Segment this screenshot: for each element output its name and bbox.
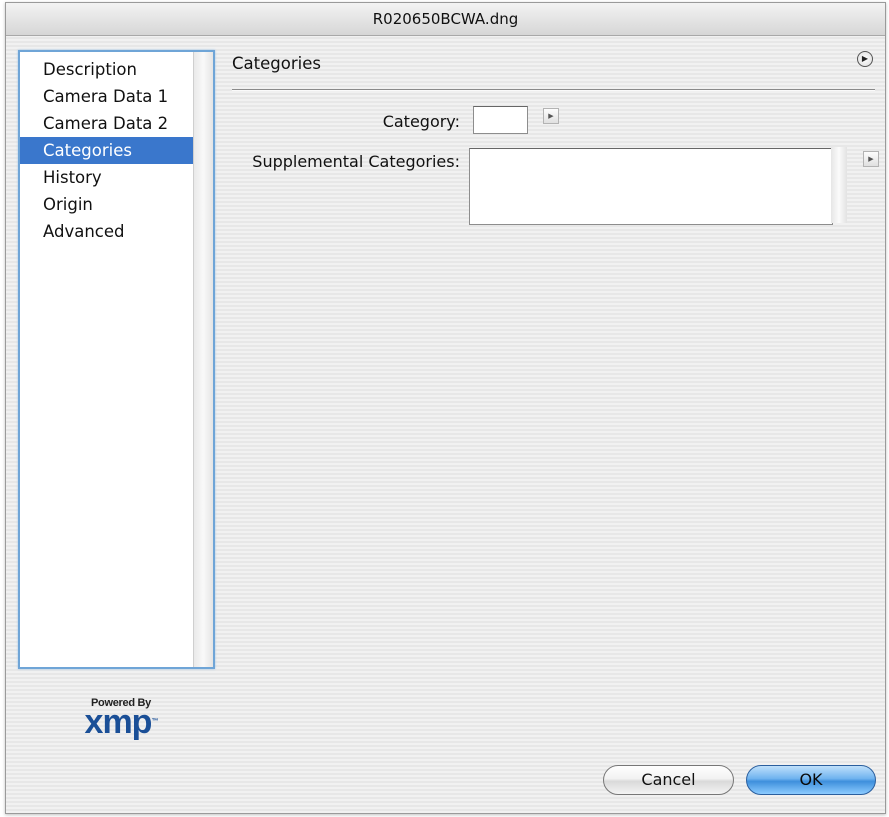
sidebar-item-camera-data-1[interactable]: Camera Data 1: [20, 83, 195, 110]
xmp-wordmark: xmp™: [66, 705, 176, 739]
sidebar-item-history[interactable]: History: [20, 164, 195, 191]
supplemental-menu-arrow-icon[interactable]: ▶: [863, 151, 879, 167]
section-list-items: Description Camera Data 1 Camera Data 2 …: [20, 52, 195, 245]
xmp-brand-text: xmp: [84, 703, 153, 741]
sidebar-item-advanced[interactable]: Advanced: [20, 218, 195, 245]
sidebar-item-categories[interactable]: Categories: [20, 137, 195, 164]
supplemental-categories-scrollbar[interactable]: [831, 147, 847, 223]
supplemental-categories-field[interactable]: [469, 148, 833, 225]
circle-arrow-right-icon[interactable]: ▶: [857, 51, 873, 67]
section-list-scrollbar[interactable]: [193, 52, 213, 667]
category-menu-arrow-icon[interactable]: ▶: [543, 108, 559, 124]
section-list[interactable]: Description Camera Data 1 Camera Data 2 …: [18, 50, 215, 669]
category-field[interactable]: [473, 106, 528, 134]
trademark-symbol: ™: [151, 718, 158, 725]
cancel-button[interactable]: Cancel: [603, 765, 734, 795]
panel-divider: [232, 89, 875, 91]
window-title: R020650BCWA.dng: [6, 3, 885, 36]
panel-title: Categories: [232, 54, 321, 73]
sidebar-item-description[interactable]: Description: [20, 56, 195, 83]
category-label: Category:: [382, 112, 460, 131]
ok-button[interactable]: OK: [746, 765, 876, 795]
sidebar-item-camera-data-2[interactable]: Camera Data 2: [20, 110, 195, 137]
xmp-logo: Powered By xmp™: [66, 697, 176, 739]
sidebar-item-origin[interactable]: Origin: [20, 191, 195, 218]
supplemental-categories-label: Supplemental Categories:: [252, 152, 460, 171]
